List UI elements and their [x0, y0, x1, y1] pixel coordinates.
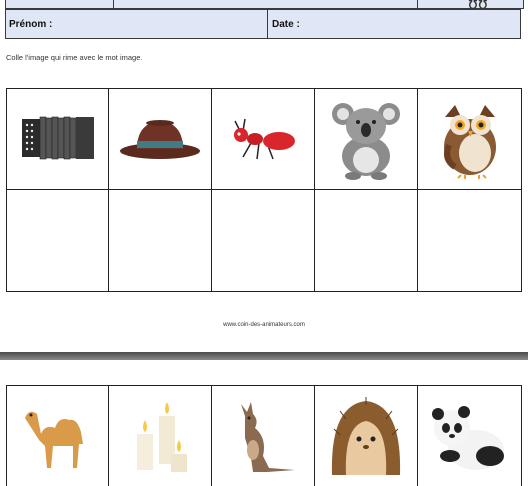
hedgehog-icon [331, 397, 401, 475]
cell-panda[interactable] [418, 386, 521, 486]
answer-cell-4[interactable] [315, 190, 418, 291]
cell-hat [109, 89, 212, 190]
page-separator [0, 352, 528, 360]
cell-ant [212, 89, 315, 190]
answer-cell-3[interactable] [212, 190, 315, 291]
instruction-text: Colle l'image qui rime avec le mot image… [6, 53, 143, 62]
answer-cell-2[interactable] [109, 190, 212, 291]
cell-koala [315, 89, 418, 190]
cell-hedgehog[interactable] [315, 386, 418, 486]
hat-icon [120, 120, 200, 159]
camel-icon [24, 411, 83, 468]
cell-accordion [7, 89, 109, 190]
first-name-label: Prénom : [9, 18, 53, 30]
answer-cell-1[interactable] [7, 190, 109, 291]
panda-icon [431, 406, 504, 470]
owl-icon [443, 105, 496, 179]
worksheet-grid [6, 88, 522, 292]
website-footer: www.coin-des-animateurs.com [223, 322, 305, 328]
name-date-row: Prénom : Date : [5, 9, 521, 39]
cutout-grid [6, 385, 522, 486]
date-label: Date : [272, 18, 300, 30]
header-top-strip: ʊʊ [5, 0, 524, 13]
date-field[interactable]: Date : [268, 10, 520, 38]
cell-owl [418, 89, 521, 190]
first-name-field[interactable]: Prénom : [6, 10, 268, 38]
cell-camel[interactable] [7, 386, 109, 486]
ant-icon [234, 118, 295, 160]
koala-icon [332, 103, 400, 180]
answer-cell-5[interactable] [418, 190, 521, 291]
cell-kangaroo[interactable] [212, 386, 315, 486]
accordion-icon [21, 116, 94, 160]
kangaroo-icon [241, 402, 295, 472]
cell-candles[interactable] [109, 386, 212, 486]
candles-icon [137, 402, 187, 472]
